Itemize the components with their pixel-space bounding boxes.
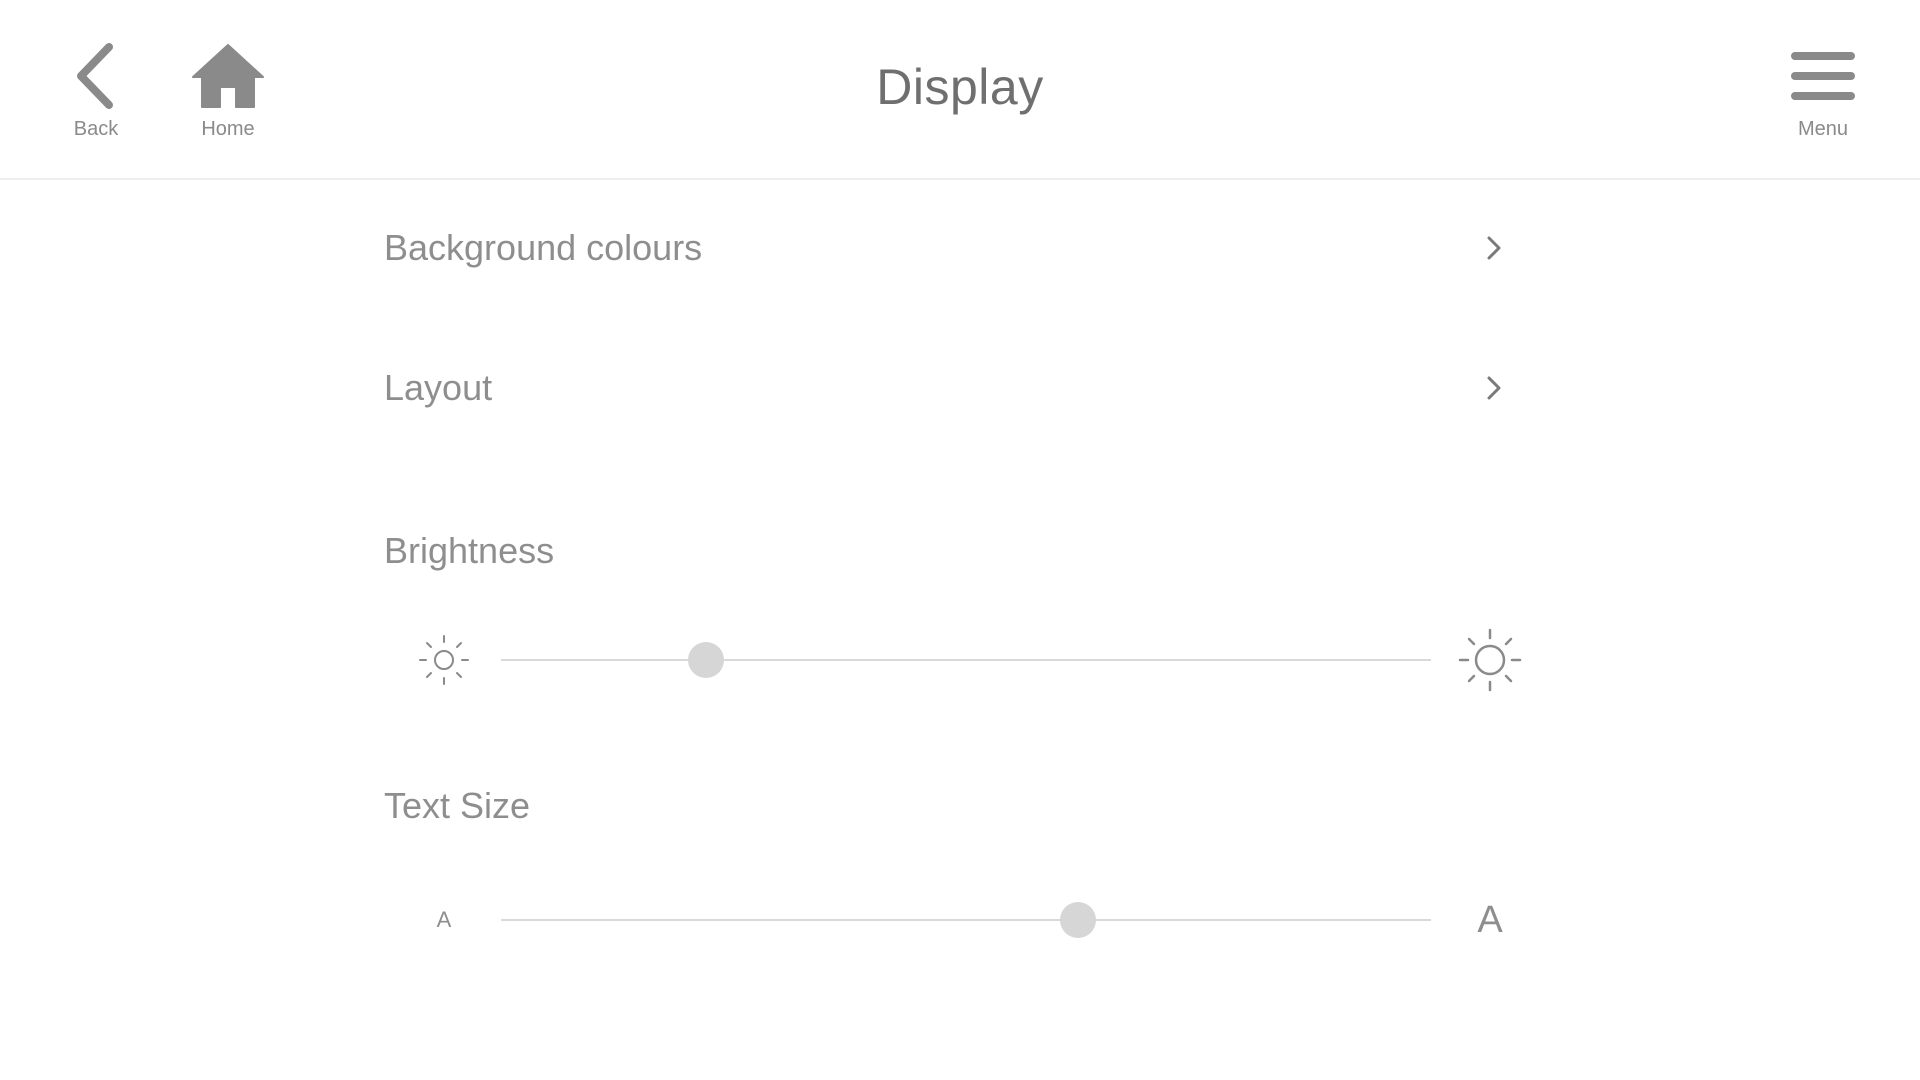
brightness-track[interactable]	[501, 642, 1431, 678]
chevron-right-icon	[1474, 368, 1514, 408]
text-size-label: Text Size	[384, 785, 531, 826]
text-size-slider: A A	[384, 890, 1514, 950]
text-size-min-label: A	[436, 907, 452, 932]
home-label: Home	[201, 118, 255, 140]
brightness-label: Brightness	[384, 530, 555, 571]
hamburger-menu-icon	[1768, 36, 1878, 116]
background-colours-label: Background colours	[384, 227, 703, 268]
text-size-thumb[interactable]	[1059, 902, 1096, 938]
chevron-right-icon	[1474, 228, 1514, 268]
sun-large-icon	[1458, 628, 1522, 692]
layout-label: Layout	[384, 367, 493, 408]
brightness-thumb[interactable]	[687, 642, 724, 678]
layout-row[interactable]: Layout	[384, 320, 1514, 420]
display-settings-page: Back Home Display Menu Background colour…	[0, 0, 1920, 1080]
menu-label: Menu	[1797, 118, 1849, 140]
header-bar: Back Home Display Menu	[0, 0, 1920, 180]
background-colours-row[interactable]: Background colours	[384, 180, 1514, 280]
menu-button[interactable]: Menu	[1768, 30, 1878, 150]
back-label: Back	[73, 118, 119, 140]
sun-small-icon	[412, 630, 476, 690]
brightness-slider	[384, 628, 1522, 692]
text-size-track[interactable]	[501, 902, 1431, 938]
page-title: Display	[876, 59, 1044, 115]
text-size-max-label: A	[1477, 898, 1503, 941]
